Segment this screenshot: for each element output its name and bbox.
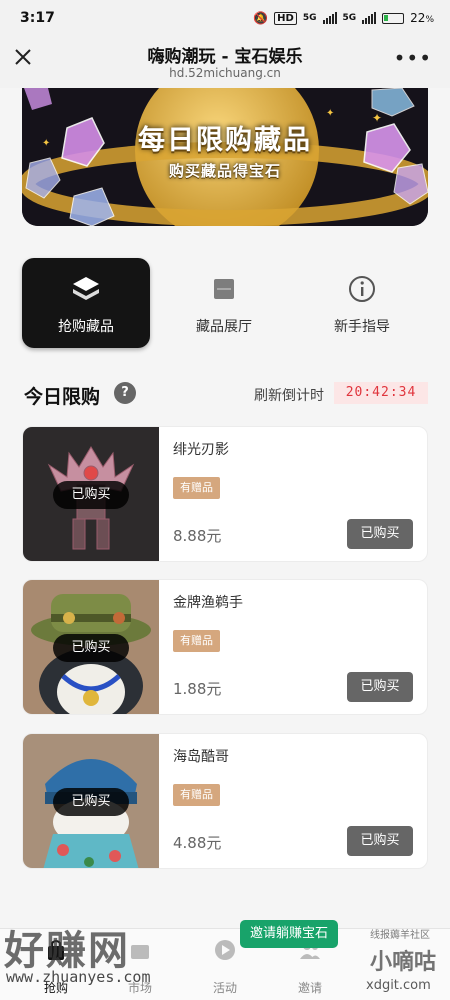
product-card[interactable]: 已购买 金牌渔鹈手 有赠品 1.88元 已购买 [22,579,428,715]
purchased-button[interactable]: 已购买 [347,519,413,549]
gallery-icon [209,274,239,304]
product-name: 绯光刃影 [173,442,229,458]
product-name: 金牌渔鹈手 [173,595,243,611]
banner-subtitle: 购买藏品得宝石 [168,162,281,180]
section-header: 今日限购 ? 刷新倒计时 20:42:34 [22,378,428,410]
product-price: 4.88元 [173,834,222,852]
entry-buy-collectibles[interactable]: 抢购藏品 [22,258,150,348]
status-icons: 🔕 HD 5G 5G 22% [253,11,434,25]
market-icon [127,937,153,963]
status-bar: 3:17 🔕 HD 5G 5G 22% [0,0,450,36]
banner-title: 每日限购藏品 [138,125,312,156]
signal-icon-2 [362,12,377,24]
status-time: 3:17 [20,10,55,26]
browser-nav-bar: 嗨购潮玩 - 宝石娱乐 hd.52michuang.cn ••• [0,36,450,88]
entry-gallery[interactable]: 藏品展厅 [160,258,288,348]
watermark-left-url: www.zhuanyes.com [6,968,151,986]
page-title: 嗨购潮玩 - 宝石娱乐 [147,47,303,67]
battery-icon [382,12,405,24]
help-icon[interactable]: ? [114,382,136,404]
more-icon[interactable]: ••• [394,46,432,70]
entry-label: 新手指导 [334,319,390,335]
product-card[interactable]: 已购买 绯光刃影 有赠品 8.88元 已购买 [22,426,428,562]
quick-entries: 抢购藏品 藏品展厅 新手指导 [0,248,450,360]
entry-label: 藏品展厅 [196,319,252,335]
stack-icon [71,274,101,304]
product-card[interactable]: 已购买 海岛酷哥 有赠品 4.88元 已购买 [22,733,428,869]
entry-beginner-guide[interactable]: 新手指导 [298,258,426,348]
gift-badge: 有赠品 [173,477,220,499]
sold-badge: 已购买 [53,788,129,816]
watermark-right-url: xdgit.com [366,978,431,993]
promo-banner[interactable]: ✦ ✦ ✦ 每日限购藏品 购买藏品得宝石 [22,88,428,226]
purchased-button[interactable]: 已购买 [347,672,413,702]
watermark-right-caption: 线报薅羊社区 [370,930,430,941]
signal-icon [322,12,337,24]
tab-label: 活动 [212,981,237,995]
info-icon [347,274,377,304]
section-title: 今日限购 [24,386,101,408]
countdown-timer: 20:42:34 [334,382,428,404]
mute-icon: 🔕 [253,11,269,25]
product-name: 海岛酷哥 [173,749,229,765]
product-price: 1.88元 [173,680,222,698]
invite-badge[interactable]: 邀请躺赚宝石 [240,920,339,948]
banner-art: ✦ ✦ ✦ [22,88,428,226]
signal-label-1: 5G [302,13,317,23]
signal-label-2: 5G [342,13,357,23]
entry-label: 抢购藏品 [58,319,114,335]
sold-badge: 已购买 [53,634,129,662]
gift-badge: 有赠品 [173,630,220,652]
battery-level: 22% [410,11,434,25]
gift-badge: 有赠品 [173,784,220,806]
countdown-label: 刷新倒计时 [254,388,324,404]
sold-badge: 已购买 [53,481,129,509]
tab-label: 邀请 [297,981,322,995]
play-icon [212,937,238,963]
purchased-button[interactable]: 已购买 [347,826,413,856]
page-url: hd.52michuang.cn [169,66,281,80]
product-price: 8.88元 [173,527,222,545]
hd-label: HD [274,11,297,25]
watermark-right: 小嘀咕 [370,950,437,975]
